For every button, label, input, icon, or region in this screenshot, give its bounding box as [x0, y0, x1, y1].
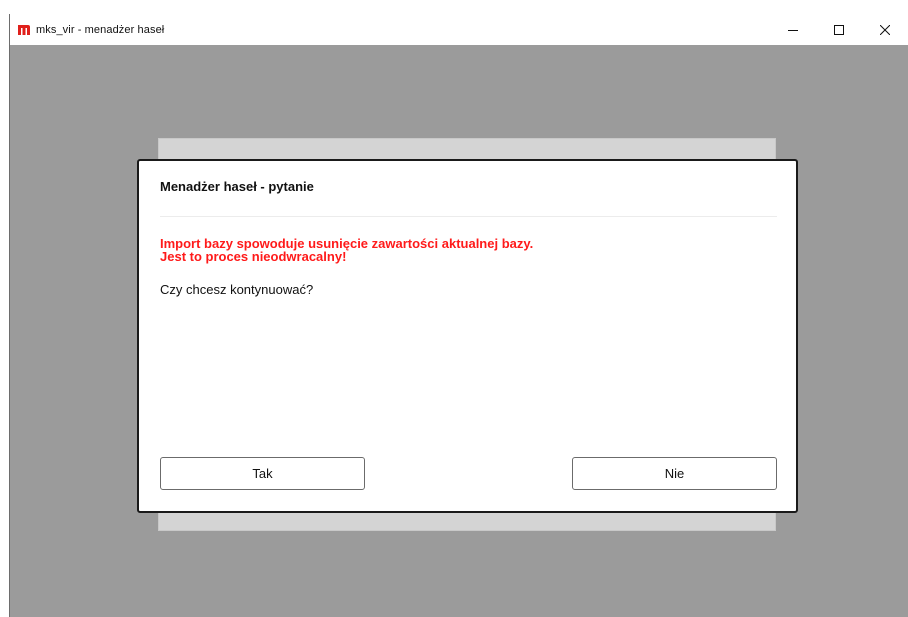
maximize-button[interactable] — [816, 14, 862, 45]
question-text: Czy chcesz kontynuować? — [160, 282, 314, 297]
window-title: mks_vir - menadżer haseł — [36, 23, 165, 36]
warning-line-2: Jest to proces nieodwracalny! — [160, 249, 347, 264]
close-icon — [880, 24, 890, 35]
app-window: mks_vir - menadżer haseł Menadżer haseł … — [9, 14, 908, 617]
app-content: Menadżer haseł - pytanie Import bazy spo… — [10, 45, 908, 617]
minimize-icon — [788, 29, 798, 31]
dialog-divider — [160, 216, 777, 217]
confirmation-dialog: Menadżer haseł - pytanie Import bazy spo… — [137, 159, 798, 513]
close-button[interactable] — [862, 14, 908, 45]
minimize-button[interactable] — [770, 14, 816, 45]
yes-button[interactable]: Tak — [160, 457, 365, 490]
dialog-title: Menadżer haseł - pytanie — [160, 179, 314, 194]
maximize-icon — [834, 24, 844, 35]
title-bar[interactable]: mks_vir - menadżer haseł — [10, 14, 908, 45]
app-logo-icon — [17, 23, 31, 37]
no-button[interactable]: Nie — [572, 457, 777, 490]
warning-message: Import bazy spowoduje usunięcie zawartoś… — [160, 237, 760, 263]
window-controls — [770, 14, 908, 45]
